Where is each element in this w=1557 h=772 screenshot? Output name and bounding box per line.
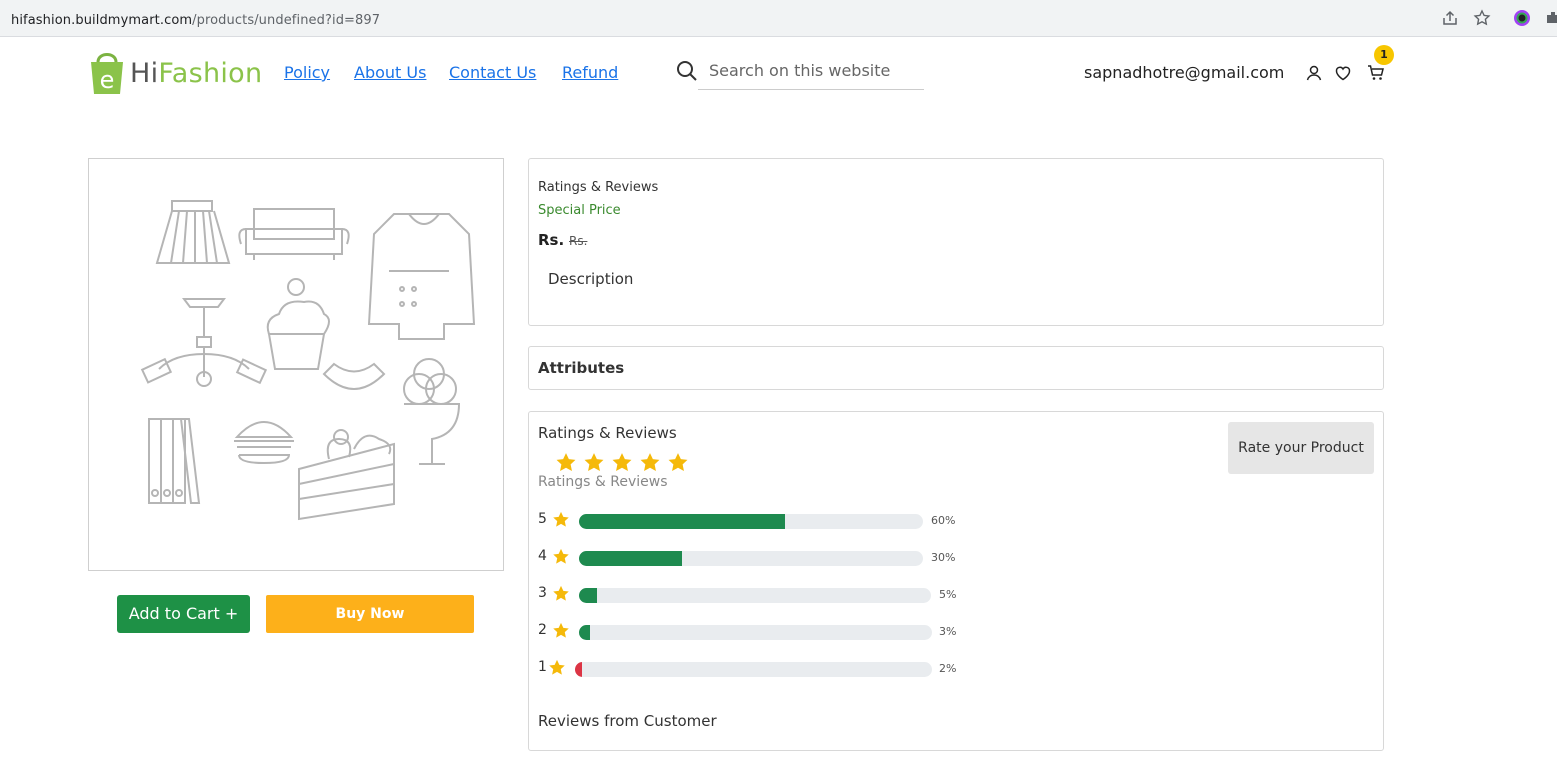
extension-color-icon[interactable] (1513, 9, 1531, 27)
product-image[interactable] (88, 158, 504, 571)
url-field[interactable]: hifashion.buildmymart.com/products/undef… (0, 4, 1500, 32)
rating-star-icon[interactable] (583, 452, 605, 474)
search-underline (698, 89, 924, 90)
special-price-label: Special Price (538, 203, 621, 218)
star-icon (549, 659, 565, 675)
rating-row-stars-label: 2 (538, 622, 547, 638)
rating-row-4: 4 30% (538, 548, 958, 568)
rating-percent: 60% (931, 514, 956, 527)
description-heading: Description (548, 270, 634, 288)
rating-star-icon[interactable] (667, 452, 689, 474)
ratings-reviews-card: Ratings & Reviews Rate your Product Rati… (528, 411, 1384, 751)
rating-row-2: 2 3% (538, 622, 968, 642)
rating-bar-fill (579, 625, 590, 640)
ratings-reviews-heading: Ratings & Reviews (538, 424, 677, 442)
rating-bar-track (579, 625, 932, 640)
ratings-reviews-label: Ratings & Reviews (538, 180, 659, 195)
product-placeholder-illustration (140, 200, 476, 521)
attributes-heading: Attributes (538, 359, 625, 377)
add-to-cart-button[interactable]: Add to Cart + (117, 595, 250, 633)
rating-row-3: 3 5% (538, 585, 968, 605)
ratings-reviews-subtitle: Ratings & Reviews (538, 474, 668, 490)
customer-reviews-heading: Reviews from Customer (538, 712, 717, 730)
rating-row-stars-label: 4 (538, 548, 547, 564)
nav-contact-us-link[interactable]: Contact Us (449, 63, 536, 82)
rating-percent: 2% (939, 662, 957, 675)
product-info-card: Ratings & Reviews Special Price Rs. Rs. … (528, 158, 1384, 326)
cart-icon[interactable] (1367, 64, 1385, 82)
url-path: /products/undefined?id=897 (192, 13, 381, 28)
nav-policy-link[interactable]: Policy (284, 63, 330, 82)
rating-star-icon[interactable] (611, 452, 633, 474)
wishlist-heart-icon[interactable] (1334, 64, 1352, 82)
shopping-bag-logo-icon: e (91, 53, 123, 94)
price-value: Rs. (538, 231, 565, 249)
rating-row-stars-label: 1 (538, 659, 547, 675)
search-box (676, 55, 924, 90)
rating-bar-fill (579, 588, 597, 603)
cart-count-badge: 1 (1374, 45, 1394, 65)
average-rating-stars[interactable] (555, 452, 689, 474)
user-account-icon[interactable] (1305, 64, 1323, 82)
rating-bar-track (579, 588, 931, 603)
rating-bar-fill (575, 662, 582, 677)
url-text[interactable]: hifashion.buildmymart.com/products/undef… (11, 13, 380, 28)
rating-star-icon[interactable] (639, 452, 661, 474)
rating-percent: 5% (939, 588, 957, 601)
rating-percent: 3% (939, 625, 957, 638)
rating-row-stars-label: 3 (538, 585, 547, 601)
buy-now-button[interactable]: Buy Now (266, 595, 474, 633)
search-input[interactable] (709, 59, 919, 81)
search-icon[interactable] (676, 60, 698, 82)
rate-product-button[interactable]: Rate your Product (1228, 422, 1374, 474)
rating-bar-track (579, 551, 923, 566)
rating-bar-track (579, 514, 923, 529)
rating-bar-fill (579, 551, 682, 566)
rating-bar-track (575, 662, 932, 677)
extensions-puzzle-icon[interactable] (1545, 9, 1557, 27)
star-icon (553, 511, 569, 527)
star-icon (553, 585, 569, 601)
star-icon (553, 622, 569, 638)
nav-refund-link[interactable]: Refund (562, 63, 618, 82)
original-price-value: Rs. (569, 234, 588, 248)
star-icon (553, 548, 569, 564)
user-email[interactable]: sapnadhotre@gmail.com (1084, 63, 1284, 82)
nav-about-us-link[interactable]: About Us (354, 63, 426, 82)
share-icon[interactable] (1441, 9, 1459, 27)
rating-row-stars-label: 5 (538, 511, 547, 527)
attributes-card[interactable]: Attributes (528, 346, 1384, 390)
rating-row-5: 5 60% (538, 511, 958, 531)
browser-address-bar: hifashion.buildmymart.com/products/undef… (0, 0, 1557, 37)
rating-star-icon[interactable] (555, 452, 577, 474)
bookmark-star-icon[interactable] (1473, 9, 1491, 27)
brand-name: HiFashion (130, 57, 263, 89)
rating-percent: 30% (931, 551, 956, 564)
url-domain: hifashion.buildmymart.com (11, 13, 193, 28)
brand-logo[interactable]: e HiFashion (88, 50, 262, 96)
svg-text:e: e (100, 66, 115, 94)
rating-row-1: 1 2% (538, 659, 968, 679)
rating-bar-fill (579, 514, 785, 529)
